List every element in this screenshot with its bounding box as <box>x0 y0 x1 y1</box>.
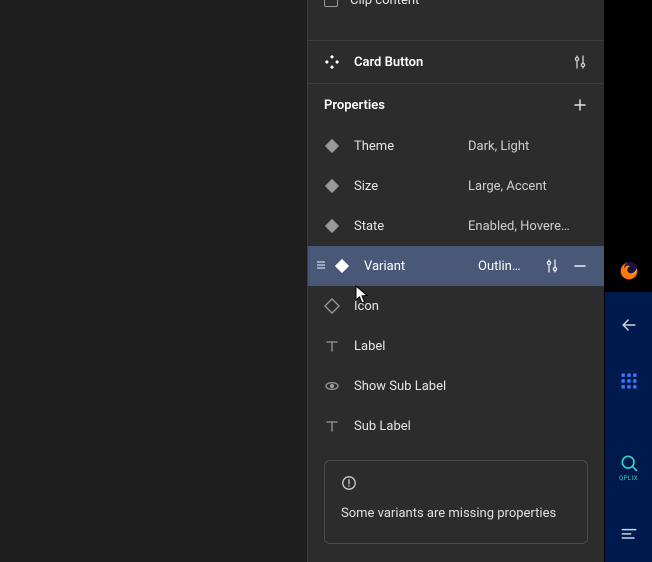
warning-message: Some variants are missing properties <box>341 505 571 523</box>
property-name: State <box>354 219 454 234</box>
property-name: Label <box>354 339 454 354</box>
menu-lines-icon[interactable] <box>605 510 652 556</box>
component-icon <box>324 54 340 70</box>
variant-icon <box>334 258 350 274</box>
variant-icon <box>324 218 340 234</box>
property-row-label[interactable]: Label <box>308 326 604 366</box>
property-row-showsublabel[interactable]: Show Sub Label <box>308 366 604 406</box>
design-panel: Clip content Card Button Properties Them… <box>307 0 605 562</box>
firefox-icon[interactable] <box>605 248 652 294</box>
properties-header: Properties <box>308 84 604 126</box>
property-name: Icon <box>354 299 454 314</box>
variant-icon <box>324 138 340 154</box>
property-values: Large, Accent <box>468 179 588 194</box>
add-property-button[interactable] <box>572 97 588 113</box>
property-values: Dark, Light <box>468 139 588 154</box>
warning-box: Some variants are missing properties <box>324 460 588 544</box>
canvas-area[interactable] <box>0 0 307 562</box>
property-row-variant[interactable]: Variant Outlin… <box>308 246 604 286</box>
component-header: Card Button <box>308 40 604 84</box>
sliders-icon[interactable] <box>572 54 588 70</box>
component-name: Card Button <box>354 55 558 70</box>
boolean-icon <box>324 378 340 394</box>
property-name: Theme <box>354 139 454 154</box>
property-row-state[interactable]: State Enabled, Hovere… <box>308 206 604 246</box>
property-row-theme[interactable]: Theme Dark, Light <box>308 126 604 166</box>
back-arrow-icon[interactable] <box>605 302 652 348</box>
property-row-size[interactable]: Size Large, Accent <box>308 166 604 206</box>
qplix-logo[interactable]: QPLIX <box>605 444 652 490</box>
clip-content-row: Clip content <box>308 0 604 14</box>
text-icon <box>324 418 340 434</box>
apps-grid-icon[interactable] <box>605 358 652 404</box>
property-values: Outlin… <box>478 259 530 274</box>
drag-handle-icon[interactable] <box>316 259 326 274</box>
property-name: Show Sub Label <box>354 379 446 394</box>
property-name: Sub Label <box>354 419 454 434</box>
variant-icon <box>324 178 340 194</box>
warning-icon <box>341 475 357 491</box>
instance-swap-icon <box>324 298 340 314</box>
property-row-icon[interactable]: Icon <box>308 286 604 326</box>
property-name: Variant <box>364 259 464 274</box>
right-strip: QPLIX <box>605 0 652 562</box>
qplix-label: QPLIX <box>619 475 638 482</box>
properties-title: Properties <box>324 98 572 113</box>
browser-toolbar: QPLIX <box>605 292 652 562</box>
property-values: Enabled, Hovere… <box>468 219 588 234</box>
remove-icon[interactable] <box>572 258 588 274</box>
clip-content-checkbox[interactable] <box>324 0 338 7</box>
property-row-sublabel[interactable]: Sub Label <box>308 406 604 446</box>
clip-content-label: Clip content <box>350 0 419 8</box>
sliders-icon[interactable] <box>544 258 560 274</box>
text-icon <box>324 338 340 354</box>
row-actions <box>544 258 588 274</box>
property-name: Size <box>354 179 454 194</box>
